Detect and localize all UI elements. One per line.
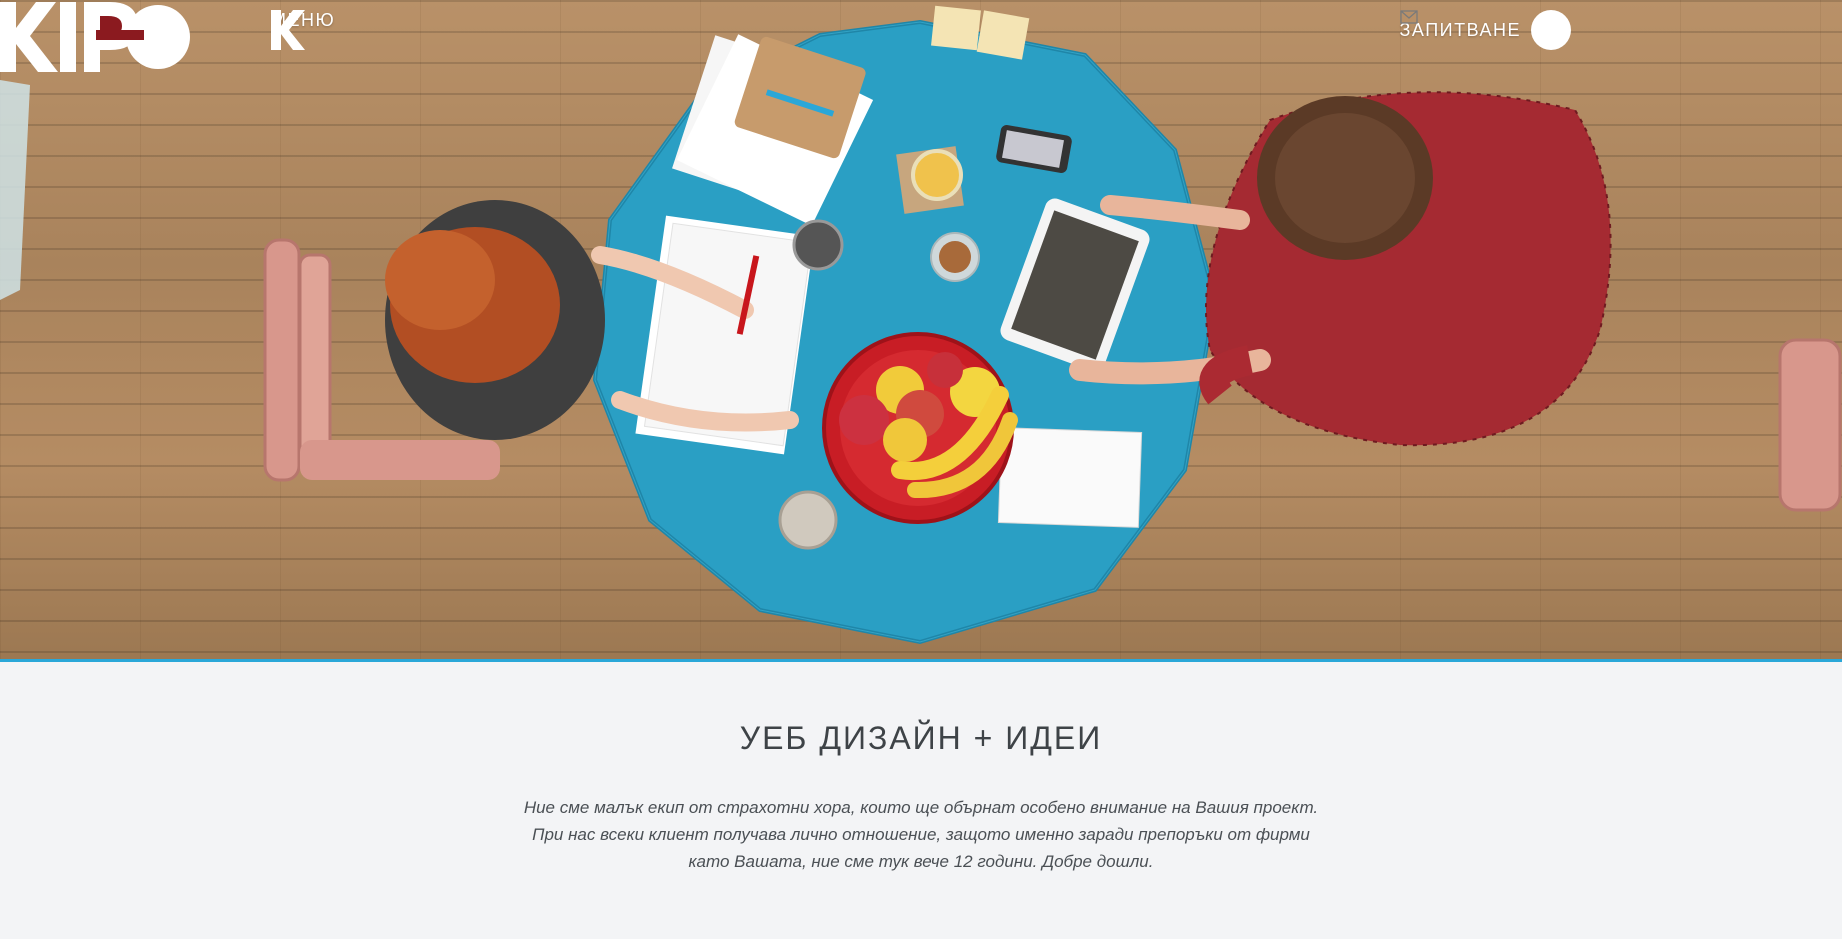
kipo-logo — [0, 2, 190, 72]
hero-banner: МЕНЮ ЗАПИТВАНЕ — [0, 0, 1842, 662]
right-chair — [1778, 338, 1842, 512]
page-title: УЕБ ДИЗАЙН + ИДЕИ — [739, 720, 1103, 756]
inquiry-button[interactable]: ЗАПИТВАНЕ — [1400, 10, 1571, 50]
inquiry-label: ЗАПИТВАНЕ — [1399, 19, 1521, 40]
k-logo-icon[interactable] — [271, 10, 305, 50]
menu-button[interactable]: МЕНЮ — [271, 10, 335, 50]
envelope-icon[interactable] — [1399, 10, 1571, 50]
intro-paragraph: Ние сме малък екип от страхотни хора, ко… — [523, 798, 1319, 871]
hero-illustration — [0, 5, 1842, 645]
side-table — [0, 80, 30, 300]
intro-section: УЕБ ДИЗАЙН + ИДЕИ Ние сме малък екип от … — [0, 662, 1842, 939]
